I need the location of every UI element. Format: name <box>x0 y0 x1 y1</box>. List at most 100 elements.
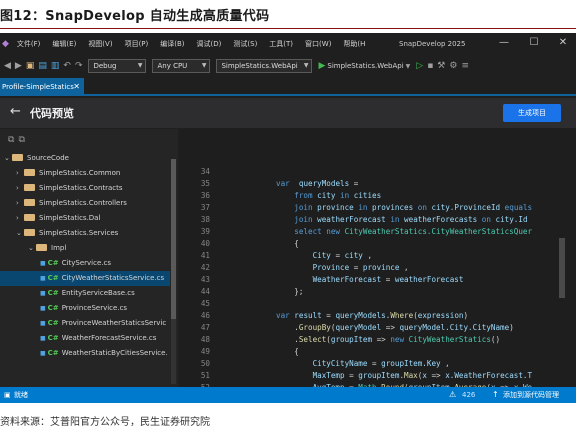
chevron-right-icon[interactable]: › <box>16 166 24 181</box>
arrow-up-icon[interactable]: ↑ <box>492 387 499 403</box>
chevron-right-icon[interactable]: › <box>16 196 24 211</box>
tree-folder-item[interactable]: ⌄ SourceCode <box>0 151 170 166</box>
code-line[interactable]: { <box>276 239 299 248</box>
new-file-icon[interactable]: ▣ <box>26 61 35 71</box>
tree-folder-item[interactable]: › SimpleStatics.Dal <box>0 211 170 226</box>
tree-folder-item[interactable]: › SimpleStatics.Controllers <box>0 196 170 211</box>
tree-file-item[interactable]: ■ C# CityService.cs <box>0 256 170 271</box>
back-arrow-icon[interactable]: ← <box>10 104 21 119</box>
code-token: => <box>372 335 391 344</box>
code-line[interactable]: .Select(groupItem => new CityWeatherStat… <box>276 335 500 344</box>
save-icon[interactable]: ▤ <box>38 61 47 71</box>
line-number: 45 <box>200 299 210 308</box>
error-icon[interactable]: ⚠ <box>449 387 456 403</box>
tree-file-item[interactable]: ■ C# WeatherStaticByCitiesService. <box>0 346 170 361</box>
code-line[interactable]: City = city , <box>276 251 372 260</box>
code-line[interactable]: MaxTemp = groupItem.Max(x => x.WeatherFo… <box>276 371 533 380</box>
code-line[interactable]: var queryModels = <box>276 179 358 188</box>
code-token: expression <box>417 311 464 320</box>
code-line[interactable]: join province in provinces on city.Provi… <box>276 203 532 212</box>
code-line[interactable]: }; <box>276 287 303 296</box>
code-token: Select <box>298 335 327 344</box>
code-line[interactable]: { <box>276 347 299 356</box>
line-number: 46 <box>200 311 210 320</box>
run-target-button[interactable]: SimpleStatics.WebApi <box>327 62 403 70</box>
close-window-button[interactable]: ✕ <box>556 37 570 48</box>
undo-icon[interactable]: ↶ <box>63 61 71 71</box>
code-line[interactable]: select new CityWeatherStatics.CityWeathe… <box>276 227 532 236</box>
code-token: , <box>362 251 373 260</box>
stop-icon[interactable]: ▪ <box>427 61 433 71</box>
code-line[interactable]: WeatherForecast = weatherForecast <box>276 275 464 284</box>
comment-icon[interactable]: ≡ <box>461 61 469 71</box>
chevron-down-icon[interactable]: ⌄ <box>28 241 36 256</box>
lock-icon: ■ <box>40 275 46 282</box>
code-line[interactable]: var result = queryModels.Where(expressio… <box>276 311 468 320</box>
tree-folder-item[interactable]: › SimpleStatics.Contracts <box>0 181 170 196</box>
tree-folder-item[interactable]: › SimpleStatics.Common <box>0 166 170 181</box>
code-line[interactable]: Province = province , <box>276 263 409 272</box>
editor-vertical-scrollbar[interactable] <box>559 238 565 298</box>
tab-close-icon[interactable]: ✕ <box>73 78 80 96</box>
tree-file-item[interactable]: ■ C# ProvinceWeatherStaticsServic <box>0 316 170 331</box>
chevron-down-icon[interactable]: ⌄ <box>16 226 24 241</box>
line-number: 44 <box>200 287 210 296</box>
menu-build[interactable]: 编译(B) <box>154 39 190 49</box>
tree-scrollbar-thumb[interactable] <box>171 159 176 319</box>
add-to-source-control[interactable]: 添加到源代码管理 <box>503 387 559 403</box>
wrench-icon[interactable]: ⚒ <box>437 61 445 71</box>
menu-edit[interactable]: 编辑(E) <box>46 39 82 49</box>
menu-test[interactable]: 测试(S) <box>227 39 263 49</box>
problem-count[interactable]: 426 <box>462 387 475 403</box>
code-token: province <box>362 263 400 272</box>
menu-debug[interactable]: 调试(D) <box>191 39 228 49</box>
tree-item-label: Impl <box>51 244 67 252</box>
lock-icon: ■ <box>40 305 46 312</box>
config-dropdown[interactable]: Debug ▼ <box>88 59 147 73</box>
menu-tools[interactable]: 工具(T) <box>263 39 299 49</box>
tree-folder-item[interactable]: ⌄ SimpleStatics.Services <box>0 226 170 241</box>
csharp-file-icon: C# <box>47 259 59 267</box>
tree-file-item[interactable]: ■ C# ProvinceService.cs <box>0 301 170 316</box>
tree-file-item[interactable]: ■ C# EntityServiceBase.cs <box>0 286 170 301</box>
tree-scrollbar[interactable] <box>171 159 176 384</box>
menu-help[interactable]: 帮助(H <box>337 39 371 49</box>
menu-window[interactable]: 窗口(W) <box>299 39 337 49</box>
menu-file[interactable]: 文件(F) <box>11 39 47 49</box>
code-line[interactable]: from city in cities <box>276 191 381 200</box>
generate-project-button[interactable]: 生成项目 <box>503 104 561 122</box>
code-line[interactable]: CityCityName = groupItem.Key , <box>276 359 450 368</box>
start-without-debug-icon[interactable]: ▷ <box>416 61 423 71</box>
chevron-right-icon[interactable]: › <box>16 181 24 196</box>
copy-icon[interactable]: ⧉ <box>18 135 28 145</box>
tree-file-item[interactable]: ■ C# CityWeatherStaticsService.cs <box>0 271 170 286</box>
maximize-button[interactable]: ☐ <box>527 37 541 48</box>
tree-file-item[interactable]: ■ C# WeatherForecastService.cs <box>0 331 170 346</box>
back-nav-icon[interactable]: ◀ <box>4 61 11 71</box>
menu-project[interactable]: 项目(P) <box>119 39 155 49</box>
code-line[interactable]: .GroupBy(queryModel => queryModel.City.C… <box>276 323 514 332</box>
code-token: groupItem <box>330 335 373 344</box>
status-text: 就绪 <box>14 391 28 399</box>
run-dropdown-icon[interactable]: ▼ <box>406 63 411 70</box>
run-icon[interactable]: ▶ <box>318 61 325 71</box>
menu-view[interactable]: 视图(V) <box>82 39 118 49</box>
startup-project-dropdown[interactable]: SimpleStatics.WebApi ▼ <box>216 59 313 73</box>
line-number: 50 <box>200 359 210 368</box>
tree-folder-item[interactable]: ⌄ Impl <box>0 241 170 256</box>
chevron-down-icon[interactable]: ⌄ <box>4 151 12 166</box>
chevron-right-icon[interactable]: › <box>16 211 24 226</box>
save-all-icon[interactable]: ▥ <box>51 61 60 71</box>
app-logo-icon: ◆ <box>2 39 9 49</box>
code-line[interactable]: join weatherForecast in weatherForecasts… <box>276 215 527 224</box>
forward-nav-icon[interactable]: ▶ <box>15 61 22 71</box>
redo-icon[interactable]: ↷ <box>75 61 83 71</box>
line-number: 42 <box>200 263 210 272</box>
collapse-all-icon[interactable]: ⧉ <box>8 135 18 145</box>
debug-tools-icon[interactable]: ⚙ <box>449 61 457 71</box>
platform-dropdown[interactable]: Any CPU ▼ <box>152 59 211 73</box>
tab-profile-simplestatics[interactable]: Profile-SimpleStatics ✕ <box>0 78 84 96</box>
minimize-button[interactable]: — <box>497 37 511 48</box>
code-editor[interactable]: 34 35 var queryModels = 36 from city in cit… <box>180 129 576 392</box>
code-token: provinces <box>372 203 414 212</box>
